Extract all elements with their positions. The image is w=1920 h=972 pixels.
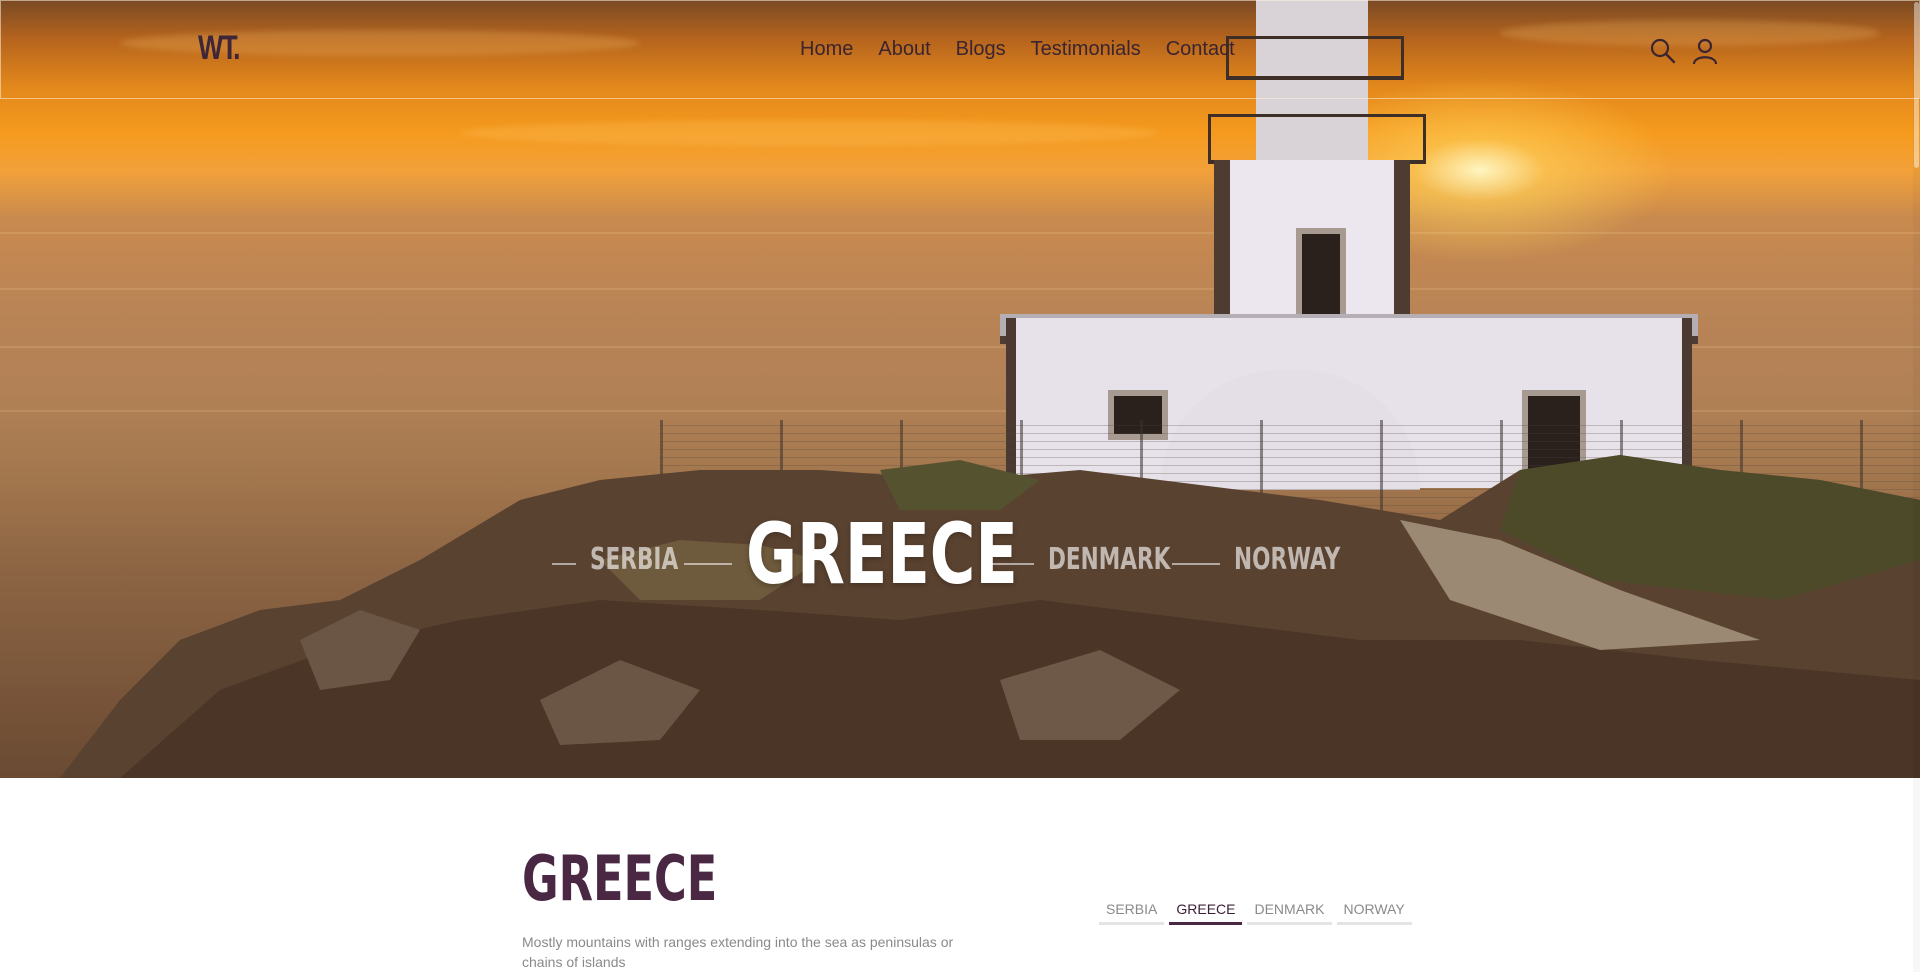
tab-serbia[interactable]: SERBIA bbox=[1099, 898, 1165, 925]
main-nav: Home About Blogs Testimonials Contact bbox=[800, 38, 1235, 61]
slide-serbia[interactable]: SERBIA bbox=[590, 542, 678, 577]
destination-slider: SERBIA GREECE DENMARK NORWAY bbox=[0, 512, 1920, 602]
nav-about[interactable]: About bbox=[878, 38, 930, 61]
destination-description: Mostly mountains with ranges extending i… bbox=[522, 934, 954, 970]
hero-banner bbox=[0, 0, 1920, 778]
slide-active-title: GREECE bbox=[746, 505, 1018, 603]
site-logo[interactable]: WT. bbox=[198, 29, 241, 68]
nav-blogs[interactable]: Blogs bbox=[956, 38, 1006, 61]
user-icon[interactable] bbox=[1691, 37, 1719, 65]
destination-tabs: SERBIA GREECE DENMARK NORWAY bbox=[1099, 898, 1412, 925]
slide-denmark[interactable]: DENMARK bbox=[1048, 542, 1170, 577]
site-header: WT. Home About Blogs Testimonials Contac… bbox=[0, 0, 1920, 99]
tab-denmark[interactable]: DENMARK bbox=[1247, 898, 1332, 925]
slide-norway[interactable]: NORWAY bbox=[1234, 542, 1340, 577]
slide-separator bbox=[1172, 563, 1220, 565]
header-actions bbox=[1649, 37, 1719, 65]
rocky-hillside bbox=[60, 455, 1920, 778]
scrollbar-thumb[interactable] bbox=[1914, 2, 1919, 168]
tab-greece[interactable]: GREECE bbox=[1169, 898, 1243, 925]
nav-testimonials[interactable]: Testimonials bbox=[1031, 38, 1141, 61]
nav-home[interactable]: Home bbox=[800, 38, 853, 61]
slide-separator bbox=[684, 563, 732, 565]
nav-contact[interactable]: Contact bbox=[1166, 38, 1235, 61]
tab-norway[interactable]: NORWAY bbox=[1336, 898, 1412, 925]
search-icon[interactable] bbox=[1649, 37, 1677, 65]
slide-separator bbox=[986, 563, 1034, 565]
destination-title: GREECE bbox=[522, 842, 718, 915]
slide-separator bbox=[552, 563, 576, 565]
